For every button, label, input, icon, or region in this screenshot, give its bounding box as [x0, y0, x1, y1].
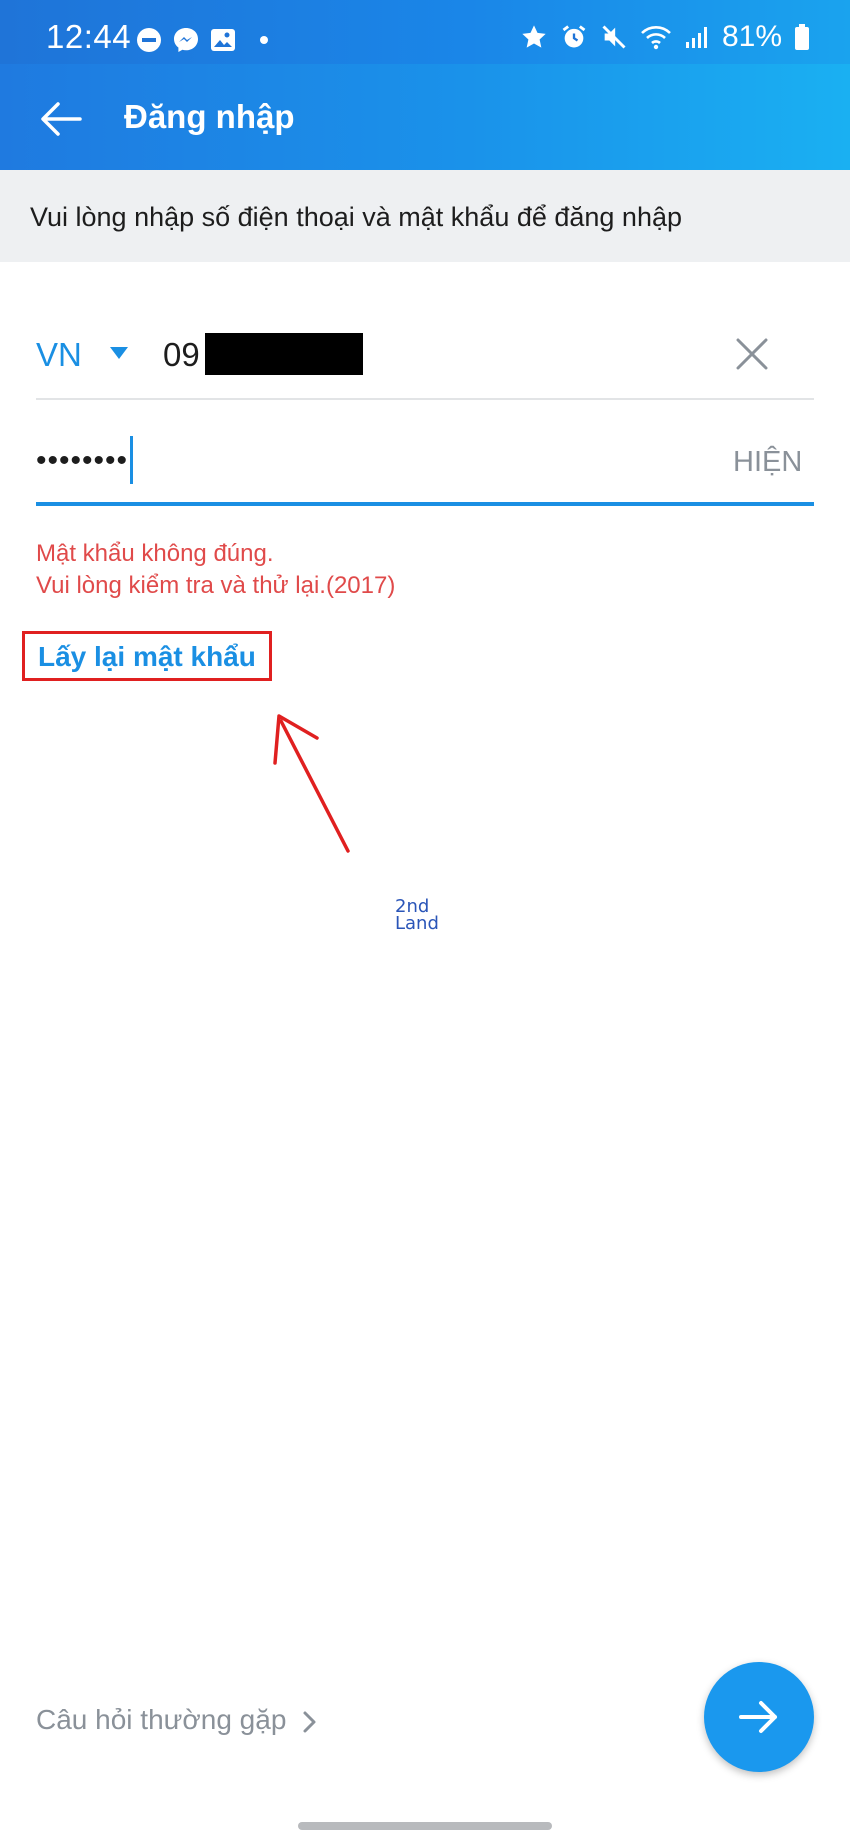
status-right-icons: 81%: [520, 20, 810, 54]
phone-input-underline: [36, 398, 814, 400]
watermark-logo: 2nd Land: [395, 898, 451, 936]
do-not-disturb-icon: [137, 28, 161, 52]
info-text: Vui lòng nhập số điện thoại và mật khẩu …: [30, 202, 682, 232]
password-input[interactable]: ••••••••: [36, 444, 128, 478]
forgot-password-highlight-box: Lấy lại mật khẩu: [22, 631, 272, 681]
status-left-icons: [136, 26, 272, 54]
signal-icon: [685, 27, 707, 48]
arrow-right-icon: [739, 1701, 777, 1733]
text-cursor: [130, 436, 133, 484]
info-banner: Vui lòng nhập số điện thoại và mật khẩu …: [0, 170, 850, 262]
watermark-line2: Land: [395, 913, 439, 934]
forgot-password-link[interactable]: Lấy lại mật khẩu: [38, 641, 256, 673]
status-bar: 12:44 81%: [0, 0, 850, 64]
alarm-icon: [562, 25, 586, 48]
redacted-phone-number: [205, 333, 363, 375]
clear-icon[interactable]: [730, 332, 774, 376]
messenger-icon: [174, 28, 198, 52]
star-icon: [522, 25, 546, 48]
annotation-arrow-icon: [273, 714, 350, 853]
mute-icon: [602, 25, 626, 49]
home-indicator[interactable]: [298, 1822, 552, 1830]
battery-percent: 81%: [721, 20, 782, 53]
password-input-underline: [36, 502, 814, 506]
faq-link[interactable]: Câu hỏi thường gặp: [36, 1704, 286, 1736]
battery-icon: [795, 24, 809, 50]
app-bar: Đăng nhập: [0, 64, 850, 170]
error-message-line1: Mật khẩu không đúng.: [36, 540, 274, 567]
country-code-selector[interactable]: VN: [36, 336, 82, 374]
back-arrow-icon[interactable]: [36, 94, 86, 144]
status-time: 12:44: [46, 18, 132, 55]
gallery-icon: [211, 29, 235, 51]
submit-login-button[interactable]: [704, 1662, 814, 1772]
dot-icon: [260, 36, 268, 44]
dropdown-caret-icon[interactable]: [110, 347, 128, 359]
page-title: Đăng nhập: [124, 98, 295, 135]
chevron-right-icon[interactable]: [300, 1708, 320, 1736]
show-password-button[interactable]: HIỆN: [733, 446, 802, 479]
phone-input[interactable]: 09: [163, 336, 200, 374]
wifi-icon: [641, 26, 671, 50]
error-message-line2: Vui lòng kiểm tra và thử lại.(2017): [36, 572, 396, 599]
